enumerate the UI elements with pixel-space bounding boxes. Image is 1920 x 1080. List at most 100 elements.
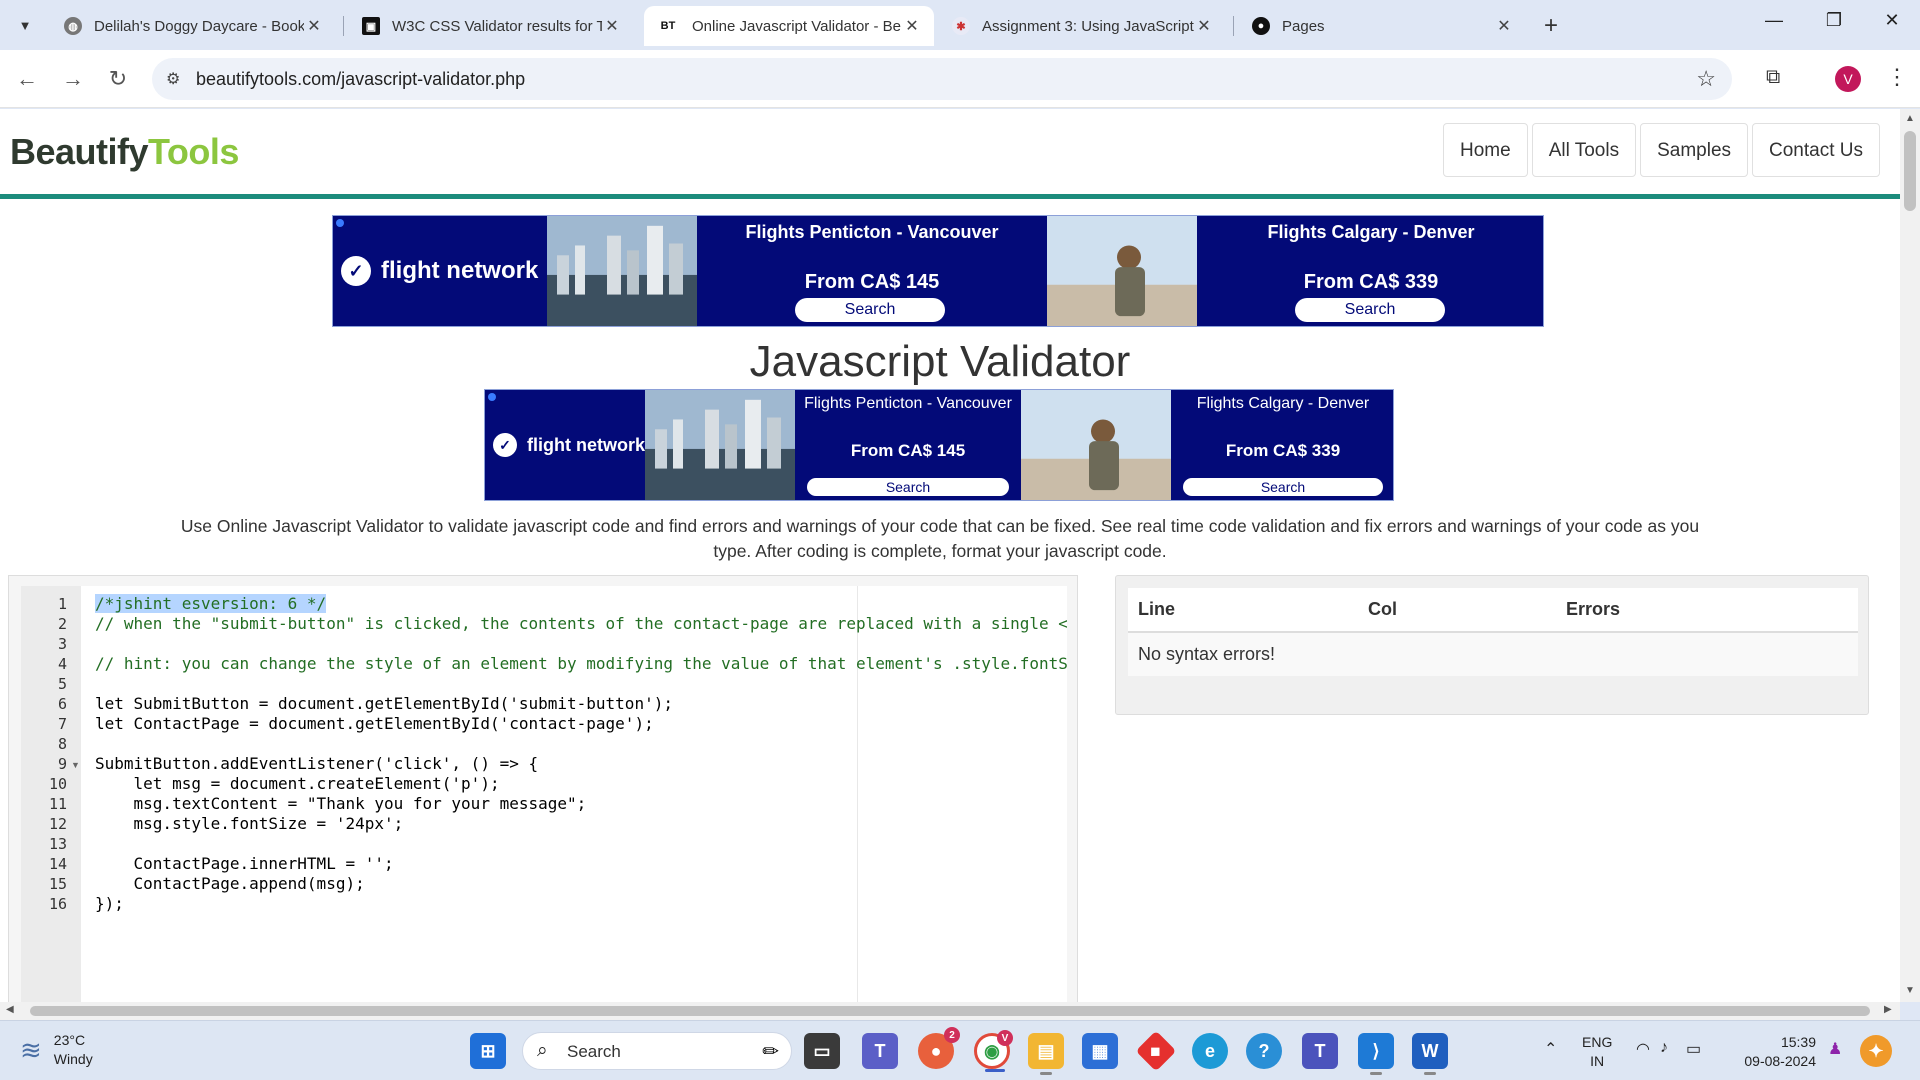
ad-brand-label: flight network [527, 434, 645, 455]
restore-button[interactable]: ❐ [1804, 10, 1864, 31]
line-number: 16 [48, 895, 67, 913]
extensions-icon[interactable]: ⧉ [1766, 66, 1780, 89]
scroll-down-icon[interactable]: ▼ [1905, 985, 1915, 996]
ad-route: Flights Penticton - Vancouver [745, 222, 999, 242]
ad-price: From CA$ 145 [850, 441, 966, 460]
tab-search-button[interactable]: ▼ [10, 10, 40, 40]
scroll-right-icon[interactable]: ▶ [1884, 1004, 1892, 1015]
code-text-area[interactable]: /*jshint esversion: 6 */ // when the "su… [81, 586, 1067, 1002]
tab-pages[interactable]: ● Pages ✕ [1240, 6, 1526, 46]
nav-home[interactable]: Home [1443, 123, 1528, 177]
line-number: 7 [57, 715, 67, 733]
ad-search-button[interactable]: Search [1183, 478, 1383, 496]
weather-description: Windy [53, 1051, 93, 1067]
assignment-icon: ✱ [952, 17, 970, 35]
ad-deal-penticton: Flights Penticton - Vancouver From CA$ 1… [795, 390, 1021, 500]
scroll-left-icon[interactable]: ◀ [6, 1004, 14, 1015]
bookmark-star-icon[interactable]: ☆ [1696, 66, 1716, 92]
language-indicator[interactable]: ENG IN [1582, 1033, 1612, 1071]
volume-icon[interactable]: ♪ [1660, 1039, 1668, 1057]
vscode-icon[interactable]: ⟩ [1358, 1033, 1394, 1075]
horizontal-scrollbar[interactable]: ◀ ▶ [0, 1002, 1900, 1020]
windows-logo-icon: ⊞ [480, 1040, 496, 1061]
code-line: // when the "submit-button" is clicked, … [95, 614, 1067, 633]
ad-banner-middle[interactable]: ✓ flight network Flights Penticton - Van… [484, 389, 1394, 501]
nav-all-tools[interactable]: All Tools [1531, 123, 1637, 177]
more-menu-icon[interactable]: ⋮ [1886, 64, 1908, 90]
teams-work-icon[interactable]: T [1302, 1033, 1338, 1069]
site-logo[interactable]: BeautifyTools [10, 131, 239, 173]
app-diamond-icon[interactable]: ◆ [1135, 1030, 1177, 1072]
nav-contact-us[interactable]: Contact Us [1752, 123, 1880, 177]
line-number: 3 [57, 635, 67, 653]
tab-javascript-validator[interactable]: BT Online Javascript Validator - Be ✕ [644, 6, 934, 46]
address-bar[interactable]: ⚙ beautifytools.com/javascript-validator… [152, 58, 1732, 100]
copilot-icon[interactable]: ✦ [1860, 1035, 1892, 1067]
scrollbar-thumb[interactable] [1904, 131, 1916, 211]
microsoft-store-icon[interactable]: ▦ [1082, 1033, 1118, 1069]
ad-banner-top[interactable]: ✓ flight network Flights Penticton - Van… [332, 215, 1544, 327]
ad-search-button[interactable]: Search [795, 298, 945, 322]
column-header-errors: Errors [1556, 588, 1858, 633]
code-line: msg.textContent = "Thank you for your me… [95, 794, 587, 813]
plus-icon: + [1544, 12, 1559, 39]
back-button[interactable]: ← [12, 64, 42, 94]
weather-widget[interactable]: ≋ 23°C Windy [20, 1031, 93, 1069]
edge-icon[interactable]: e [1192, 1033, 1228, 1069]
reload-button[interactable]: ↻ [103, 64, 133, 94]
scrollbar-thumb[interactable] [30, 1006, 1870, 1016]
tab-w3c-validator[interactable]: ▣ W3C CSS Validator results for T ✕ [350, 6, 634, 46]
fold-arrow-icon[interactable]: ▼ [71, 760, 80, 770]
profile-avatar[interactable]: V [1835, 66, 1861, 92]
ad-brand-label: flight network [381, 257, 539, 284]
close-icon[interactable]: ✕ [1194, 16, 1214, 36]
line-number: 15 [48, 875, 67, 893]
ad-price: From CA$ 339 [1225, 441, 1341, 460]
wifi-icon[interactable]: ◠ [1636, 1039, 1650, 1059]
file-explorer-icon[interactable]: ▤ [1028, 1033, 1064, 1075]
ad-search-button[interactable]: Search [807, 478, 1009, 496]
task-view-icon[interactable]: ▭ [804, 1033, 840, 1069]
close-icon[interactable]: ✕ [1494, 16, 1514, 36]
site-settings-icon[interactable]: ⚙ [166, 69, 180, 89]
tab-title: W3C CSS Validator results for T [392, 17, 602, 35]
battery-icon[interactable]: ▭ [1686, 1039, 1701, 1059]
code-editor[interactable]: 1 2 3 4 5 6 7 8 9 ▼ 10 11 12 13 14 15 16… [8, 575, 1078, 1002]
close-icon[interactable]: ✕ [902, 16, 922, 36]
bt-icon: BT [660, 20, 676, 32]
tab-title: Pages [1282, 17, 1325, 35]
start-button[interactable]: ⊞ [470, 1033, 506, 1069]
clock[interactable]: 15:39 09-08-2024 [1736, 1033, 1816, 1071]
chevron-up-icon[interactable]: ⌃ [1544, 1039, 1557, 1059]
close-icon[interactable]: ✕ [602, 16, 622, 36]
reddit-app-icon[interactable]: ● 2 [918, 1027, 960, 1069]
tab-assignment[interactable]: ✱ Assignment 3: Using JavaScript ✕ [940, 6, 1226, 46]
line-number: 12 [48, 815, 67, 833]
teams-icon[interactable]: T [862, 1033, 898, 1069]
notification-bell-icon[interactable]: ♟ [1828, 1039, 1842, 1059]
taskbar-search[interactable]: ⌕ Search ✏ [522, 1032, 792, 1070]
tab-strip: ▼ ◍ Delilah's Doggy Daycare - Book ✕ ▣ W… [0, 0, 1920, 50]
new-tab-button[interactable]: + [1544, 12, 1558, 40]
checkmark-icon: ✓ [493, 433, 517, 457]
close-window-button[interactable]: ✕ [1862, 10, 1920, 31]
ad-price: From CA$ 145 [804, 271, 940, 293]
minimize-button[interactable]: — [1744, 10, 1804, 31]
chevron-down-icon: ▼ [18, 17, 32, 33]
tab-doggy-daycare[interactable]: ◍ Delilah's Doggy Daycare - Book ✕ [52, 6, 336, 46]
word-icon[interactable]: W [1412, 1033, 1448, 1075]
help-icon[interactable]: ? [1246, 1033, 1282, 1069]
ad-search-button[interactable]: Search [1295, 298, 1445, 322]
close-icon[interactable]: ✕ [304, 16, 324, 36]
vertical-scrollbar[interactable]: ▲ ▼ [1900, 109, 1920, 1002]
results-header-row: Line Col Errors [1128, 588, 1858, 633]
nav-samples[interactable]: Samples [1640, 123, 1749, 177]
forward-button[interactable]: → [58, 64, 88, 94]
selected-text: /*jshint esversion: 6 */ [95, 594, 327, 613]
table-row: No syntax errors! [1128, 632, 1858, 676]
search-highlight-icon: ✏ [762, 1041, 779, 1063]
scroll-up-icon[interactable]: ▲ [1905, 113, 1915, 124]
arrow-right-icon: → [62, 66, 84, 91]
url-text[interactable]: beautifytools.com/javascript-validator.p… [196, 69, 525, 90]
chrome-icon[interactable]: ◉ V [974, 1030, 1013, 1072]
